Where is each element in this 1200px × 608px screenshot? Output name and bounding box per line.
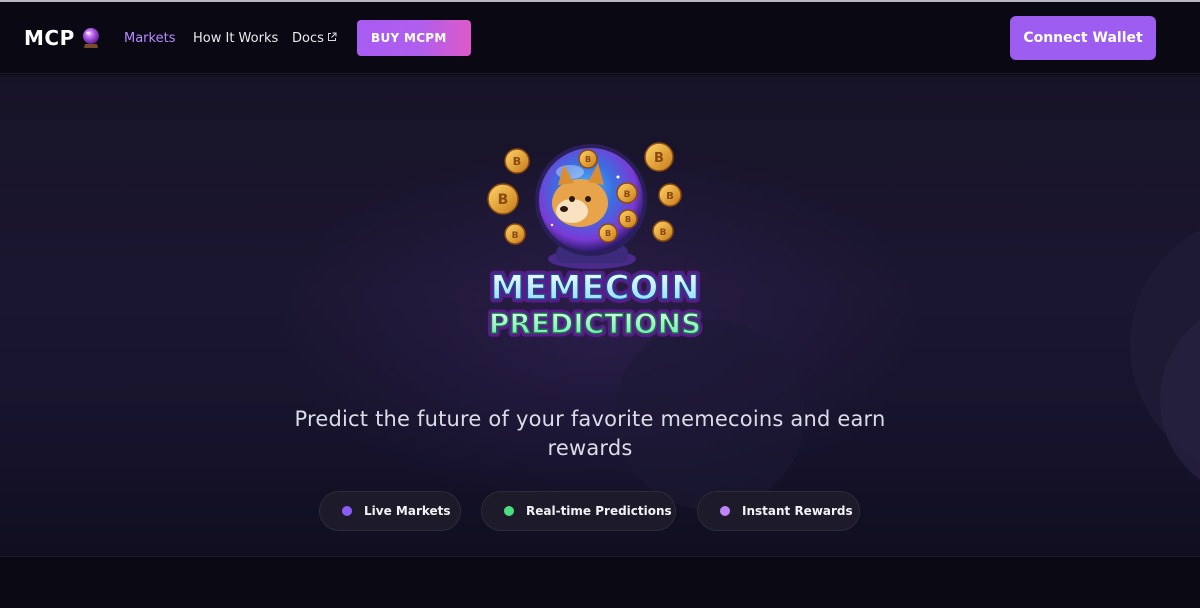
feature-pill-real-time-predictions: Real-time Predictions [481, 491, 676, 531]
navbar: MCP Markets How It Works Docs BUY MCPM C… [0, 2, 1200, 74]
svg-text:B: B [625, 215, 631, 224]
feature-label: Real-time Predictions [526, 504, 672, 518]
crystal-ball-icon [82, 28, 99, 48]
status-dot-icon [504, 506, 514, 516]
svg-text:B: B [666, 191, 674, 202]
connect-wallet-button[interactable]: Connect Wallet [1010, 16, 1156, 60]
svg-text:B: B [660, 228, 667, 238]
feature-label: Live Markets [364, 504, 451, 518]
tagline-line-2: rewards [547, 436, 633, 460]
svg-text:B: B [513, 155, 521, 168]
feature-pill-live-markets: Live Markets [319, 491, 461, 531]
svg-text:B: B [498, 192, 509, 208]
hero-tagline: Predict the future of your favorite meme… [280, 405, 900, 463]
svg-text:B: B [585, 155, 591, 164]
memecoin-predictions-logo: B B B B B B B B B B MEMECOIN MEMECOIN PR… [485, 142, 705, 344]
nav-link-docs[interactable]: Docs [292, 31, 337, 46]
brand-logo[interactable]: MCP [24, 26, 101, 50]
buy-mcpm-button[interactable]: BUY MCPM [357, 20, 471, 56]
external-link-icon [327, 32, 337, 41]
svg-text:B: B [512, 231, 519, 241]
brand-name: MCP [24, 26, 75, 50]
status-dot-icon [720, 506, 730, 516]
svg-text:B: B [605, 229, 611, 238]
status-dot-icon [342, 506, 352, 516]
nav-link-markets[interactable]: Markets [124, 31, 175, 46]
svg-text:B: B [624, 190, 631, 200]
nav-link-how-it-works[interactable]: How It Works [193, 31, 278, 46]
tagline-line-1: Predict the future of your favorite meme… [294, 407, 886, 431]
lower-section [0, 556, 1200, 608]
feature-label: Instant Rewards [742, 504, 853, 518]
feature-pill-instant-rewards: Instant Rewards [697, 491, 860, 531]
nav-link-docs-label: Docs [292, 31, 324, 46]
logo-text-predictions: PREDICTIONS [489, 307, 701, 340]
svg-text:B: B [654, 151, 664, 166]
hero-section: B B B B B B B B B B MEMECOIN MEMECOIN PR… [0, 75, 1200, 556]
logo-text-memecoin: MEMECOIN [490, 268, 699, 308]
